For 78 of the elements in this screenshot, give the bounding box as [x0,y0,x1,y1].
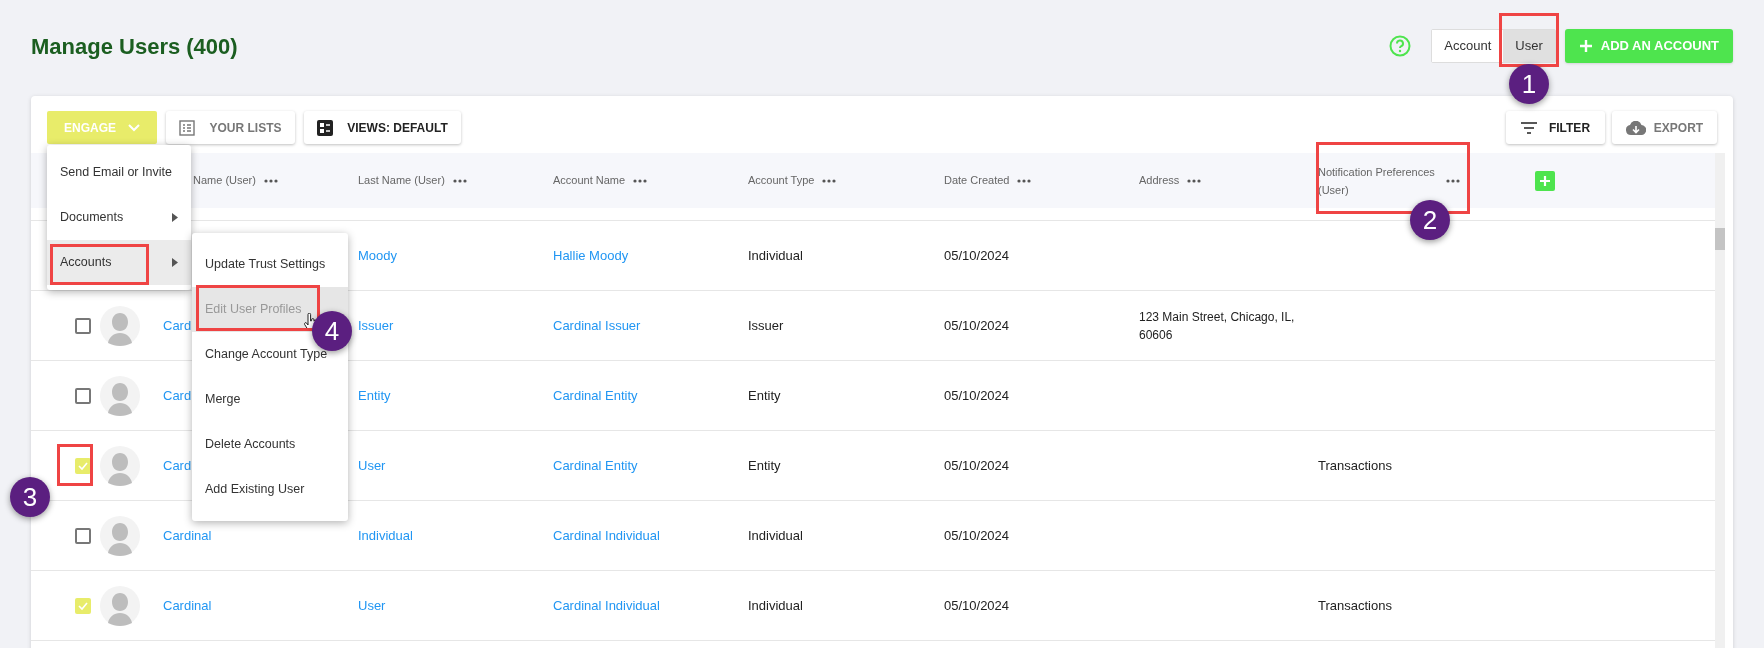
last-name-link[interactable]: User [358,597,386,613]
avatar-icon [100,305,140,346]
table-cell: Individual [748,597,803,613]
table-cell: 05/10/2024 [944,247,1010,263]
export-button[interactable]: EXPORT [1612,111,1717,144]
column-header[interactable]: Name (User) [193,172,256,189]
table-cell: 05/10/2024 [944,317,1010,333]
column-header[interactable]: Last Name (User) [358,172,445,189]
account-name-link[interactable]: Cardinal Issuer [553,317,641,333]
menu-item[interactable]: Delete Accounts [192,422,348,467]
row-checkbox[interactable] [75,527,91,544]
first-name-link[interactable]: Card [163,387,192,403]
menu-item[interactable]: Send Email or Invite [47,150,191,195]
last-name-link[interactable]: Individual [358,527,413,543]
menu-item[interactable]: Merge [192,377,348,422]
more-icon[interactable] [1446,178,1460,183]
account-name-link[interactable]: Cardinal Entity [553,387,638,403]
avatar-icon [100,375,140,416]
row-checkbox[interactable] [75,457,91,474]
table-cell-text: 123 Main Street, Chicago, IL, 60606 [1139,308,1296,344]
column-header[interactable]: Date Created [944,172,1010,189]
last-name-link[interactable]: Issuer [358,317,394,333]
menu-item[interactable]: Documents [47,195,191,240]
account-name-link[interactable]: Cardinal Individual [553,597,660,613]
account-name-link[interactable]: Cardinal Entity [553,457,638,473]
account-name-link[interactable]: Cardinal Individual [553,527,660,543]
views-button[interactable]: VIEWS: DEFAULT [304,111,461,144]
last-name-link[interactable]: User [358,457,386,473]
page-title: Manage Users (400) [31,32,238,61]
table-cell: Transactions [1318,457,1392,473]
plus-icon [1539,174,1551,187]
highlight-frame [57,444,93,486]
first-name-link[interactable]: Cardinal [163,527,212,543]
view-layout-icon [317,119,334,136]
row-checkbox[interactable] [75,597,91,614]
plus-icon [1578,39,1593,53]
last-name-link[interactable]: Moody [358,247,398,263]
column-header[interactable]: Address [1139,172,1180,189]
list-icon [179,119,196,136]
avatar-icon [100,515,140,556]
row-checkbox[interactable] [75,317,91,334]
first-name-link[interactable]: Cardinal [163,597,212,613]
your-lists-button[interactable]: YOUR LISTS [166,111,295,144]
more-icon[interactable] [452,178,467,183]
view-toggle[interactable]: User [1503,30,1555,62]
table-cell: 05/10/2024 [944,387,1010,403]
table-cell: 05/10/2024 [944,527,1010,543]
table-cell: Entity [748,457,781,473]
table-cell: Entity [748,387,781,403]
filter-icon [1520,121,1537,134]
filter-button[interactable]: FILTER [1506,111,1605,144]
chevron-down-icon [128,123,140,132]
table-cell: Transactions [1318,597,1392,613]
menu-item[interactable]: Update Trust Settings [192,242,348,287]
first-name-link[interactable]: Card [163,457,192,473]
more-icon[interactable] [263,178,278,183]
cloud-download-icon [1625,120,1646,135]
menu-item[interactable]: Add Existing User [192,467,348,512]
table-cell: Individual [748,527,803,543]
table-cell: Issuer [748,317,784,333]
row-checkbox[interactable] [75,387,91,404]
more-icon[interactable] [633,178,648,183]
more-icon[interactable] [1017,178,1032,183]
column-header[interactable]: Account Type [748,172,815,189]
scrollbar[interactable] [1715,153,1725,648]
avatar-icon [100,585,140,626]
table-cell: 05/10/2024 [944,597,1010,613]
avatar-icon [100,445,140,486]
account-name-link[interactable]: Hallie Moody [553,247,629,263]
table-cell: Individual [748,247,803,263]
step-badge: 3 [10,477,50,517]
column-header[interactable]: Notification Preferences (User) [1318,162,1438,199]
first-name-link[interactable]: Card [163,317,192,333]
last-name-link[interactable]: Entity [358,387,391,403]
more-icon[interactable] [1187,178,1202,183]
table-cell: 05/10/2024 [944,457,1010,473]
more-icon[interactable] [822,178,837,183]
column-header[interactable]: Account Name [553,172,626,189]
